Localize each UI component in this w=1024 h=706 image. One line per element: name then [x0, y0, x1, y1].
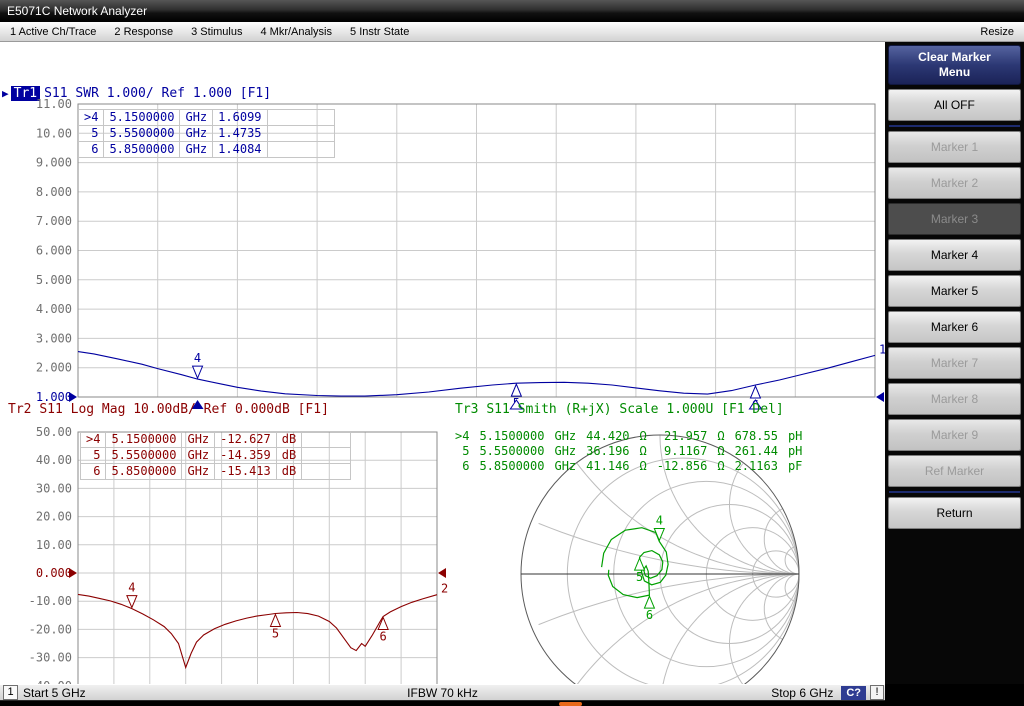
svg-text:40.00: 40.00 — [36, 453, 72, 467]
bottom-edge-strip — [0, 701, 1024, 706]
analyzer-window: E5071C Network Analyzer 1 Active Ch/Trac… — [0, 0, 1024, 706]
svg-text:-10.00: -10.00 — [29, 594, 72, 608]
marker-4-glyph: 4 — [654, 513, 664, 540]
menu-item-3-stimulus[interactable]: 3 Stimulus — [191, 26, 242, 38]
window-titlebar: E5071C Network Analyzer — [0, 0, 1024, 22]
marker-table-row: 65.8500000GHz1.4084 — [79, 142, 335, 158]
instrument-display: ▶Tr1S11 SWR 1.000/ Ref 1.000 [F1] 11.001… — [0, 42, 885, 684]
marker-table-row: 55.5500000GHz1.4735 — [79, 126, 335, 142]
softkey-return[interactable]: Return — [888, 497, 1021, 529]
marker-table-row: 55.5500000GHz36.196Ω9.1167Ω261.44pH — [450, 444, 807, 459]
tr3-trace-header[interactable]: Tr3 S11 Smith (R+jX) Scale 1.000U [F1 De… — [455, 402, 784, 417]
marker-table-row: >45.1500000GHz1.6099 — [79, 110, 335, 126]
softkey-marker-9[interactable]: Marker 9 — [888, 419, 1021, 451]
marker-4-glyph: 4 — [127, 581, 137, 608]
svg-text:5.000: 5.000 — [36, 273, 72, 287]
marker-table-row: >45.1500000GHz-12.627dB — [81, 432, 351, 448]
svg-text:4: 4 — [656, 513, 663, 527]
svg-text:2.000: 2.000 — [36, 361, 72, 375]
marker-5-glyph: 5 — [270, 614, 280, 640]
menu-item-1-active-ch-trace[interactable]: 1 Active Ch/Trace — [10, 26, 96, 38]
tr3-label: Tr3 — [455, 402, 478, 417]
softkey-marker-3[interactable]: Marker 3 — [888, 203, 1021, 235]
svg-text:6.000: 6.000 — [36, 244, 72, 258]
tr2-label: Tr2 — [8, 402, 31, 417]
softkey-menu-title: Clear Marker Menu — [888, 45, 1021, 85]
marker-table-row: 65.8500000GHz41.146Ω-12.856Ω2.1163pF — [450, 459, 807, 474]
svg-text:3.000: 3.000 — [36, 331, 72, 345]
svg-text:8.000: 8.000 — [36, 185, 72, 199]
svg-text:20.00: 20.00 — [36, 510, 72, 524]
svg-text:50.00: 50.00 — [36, 425, 72, 439]
status-bar: 1 Start 5 GHz IFBW 70 kHz Stop 6 GHz C? … — [0, 684, 885, 701]
window-title: E5071C Network Analyzer — [7, 4, 147, 18]
svg-text:4: 4 — [194, 351, 201, 365]
svg-text:6: 6 — [646, 608, 653, 622]
softkey-sidebar: Clear Marker Menu All OFF Marker 1 Marker … — [885, 42, 1024, 684]
tr3-marker-readout: >45.1500000GHz44.420Ω21.957Ω678.55pH 55.… — [450, 429, 807, 474]
softkey-ref-marker[interactable]: Ref Marker — [888, 455, 1021, 487]
tr2-trace-header[interactable]: Tr2 S11 Log Mag 10.00dB/ Ref 0.000dB [F1… — [8, 402, 329, 417]
svg-text:0.000: 0.000 — [36, 566, 72, 580]
softkey-separator — [889, 125, 1020, 127]
tr2-marker-readout: >45.1500000GHz-12.627dB 55.5500000GHz-14… — [80, 431, 351, 480]
tr1-marker-readout: >45.1500000GHz1.6099 55.5500000GHz1.4735… — [78, 109, 335, 158]
svg-text:-20.00: -20.00 — [29, 622, 72, 636]
softkey-all-off[interactable]: All OFF — [888, 89, 1021, 121]
menu-item-2-response[interactable]: 2 Response — [114, 26, 173, 38]
svg-text:11.00: 11.00 — [36, 97, 72, 111]
svg-text:5: 5 — [272, 626, 279, 640]
softkey-marker-1[interactable]: Marker 1 — [888, 131, 1021, 163]
svg-text:7.000: 7.000 — [36, 214, 72, 228]
softkey-marker-7[interactable]: Marker 7 — [888, 347, 1021, 379]
svg-text:6: 6 — [380, 629, 387, 643]
svg-text:10.00: 10.00 — [36, 126, 72, 140]
menu-item-resize[interactable]: Resize — [980, 26, 1014, 38]
softkey-marker-4[interactable]: Marker 4 — [888, 239, 1021, 271]
menu-item-4-mkr-analysis[interactable]: 4 Mkr/Analysis — [260, 26, 332, 38]
menu-bar: 1 Active Ch/Trace 2 Response 3 Stimulus 4 M… — [0, 22, 1024, 42]
svg-text:9.000: 9.000 — [36, 156, 72, 170]
ifbw-label: IFBW 70 kHz — [0, 686, 885, 700]
active-trace-arrow-icon: ▶ — [2, 87, 9, 100]
svg-text:10.00: 10.00 — [36, 538, 72, 552]
marker-table-row: 65.8500000GHz-15.413dB — [81, 464, 351, 480]
softkey-marker-2[interactable]: Marker 2 — [888, 167, 1021, 199]
tr1-descriptor: S11 SWR 1.000/ Ref 1.000 [F1] — [44, 86, 271, 101]
softkey-marker-8[interactable]: Marker 8 — [888, 383, 1021, 415]
svg-text:5: 5 — [636, 570, 643, 584]
marker-table-row: >45.1500000GHz44.420Ω21.957Ω678.55pH — [450, 429, 807, 444]
svg-text:4.000: 4.000 — [36, 302, 72, 316]
softkey-marker-5[interactable]: Marker 5 — [888, 275, 1021, 307]
marker-5-glyph: 5 — [635, 558, 645, 584]
svg-text:-30.00: -30.00 — [29, 651, 72, 665]
tr2-descriptor: S11 Log Mag 10.00dB/ Ref 0.000dB [F1] — [39, 402, 329, 417]
marker-6-glyph: 6 — [644, 596, 654, 622]
softkey-marker-6[interactable]: Marker 6 — [888, 311, 1021, 343]
marker-4-glyph: 4 — [193, 351, 203, 378]
menu-item-5-instr-state[interactable]: 5 Instr State — [350, 26, 409, 38]
taskbar-peek — [559, 702, 582, 706]
marker-table-row: 55.5500000GHz-14.359dB — [81, 448, 351, 464]
tr3-descriptor: S11 Smith (R+jX) Scale 1.000U [F1 Del] — [486, 402, 783, 417]
svg-text:4: 4 — [128, 581, 135, 595]
softkey-separator — [889, 491, 1020, 493]
svg-text:30.00: 30.00 — [36, 481, 72, 495]
